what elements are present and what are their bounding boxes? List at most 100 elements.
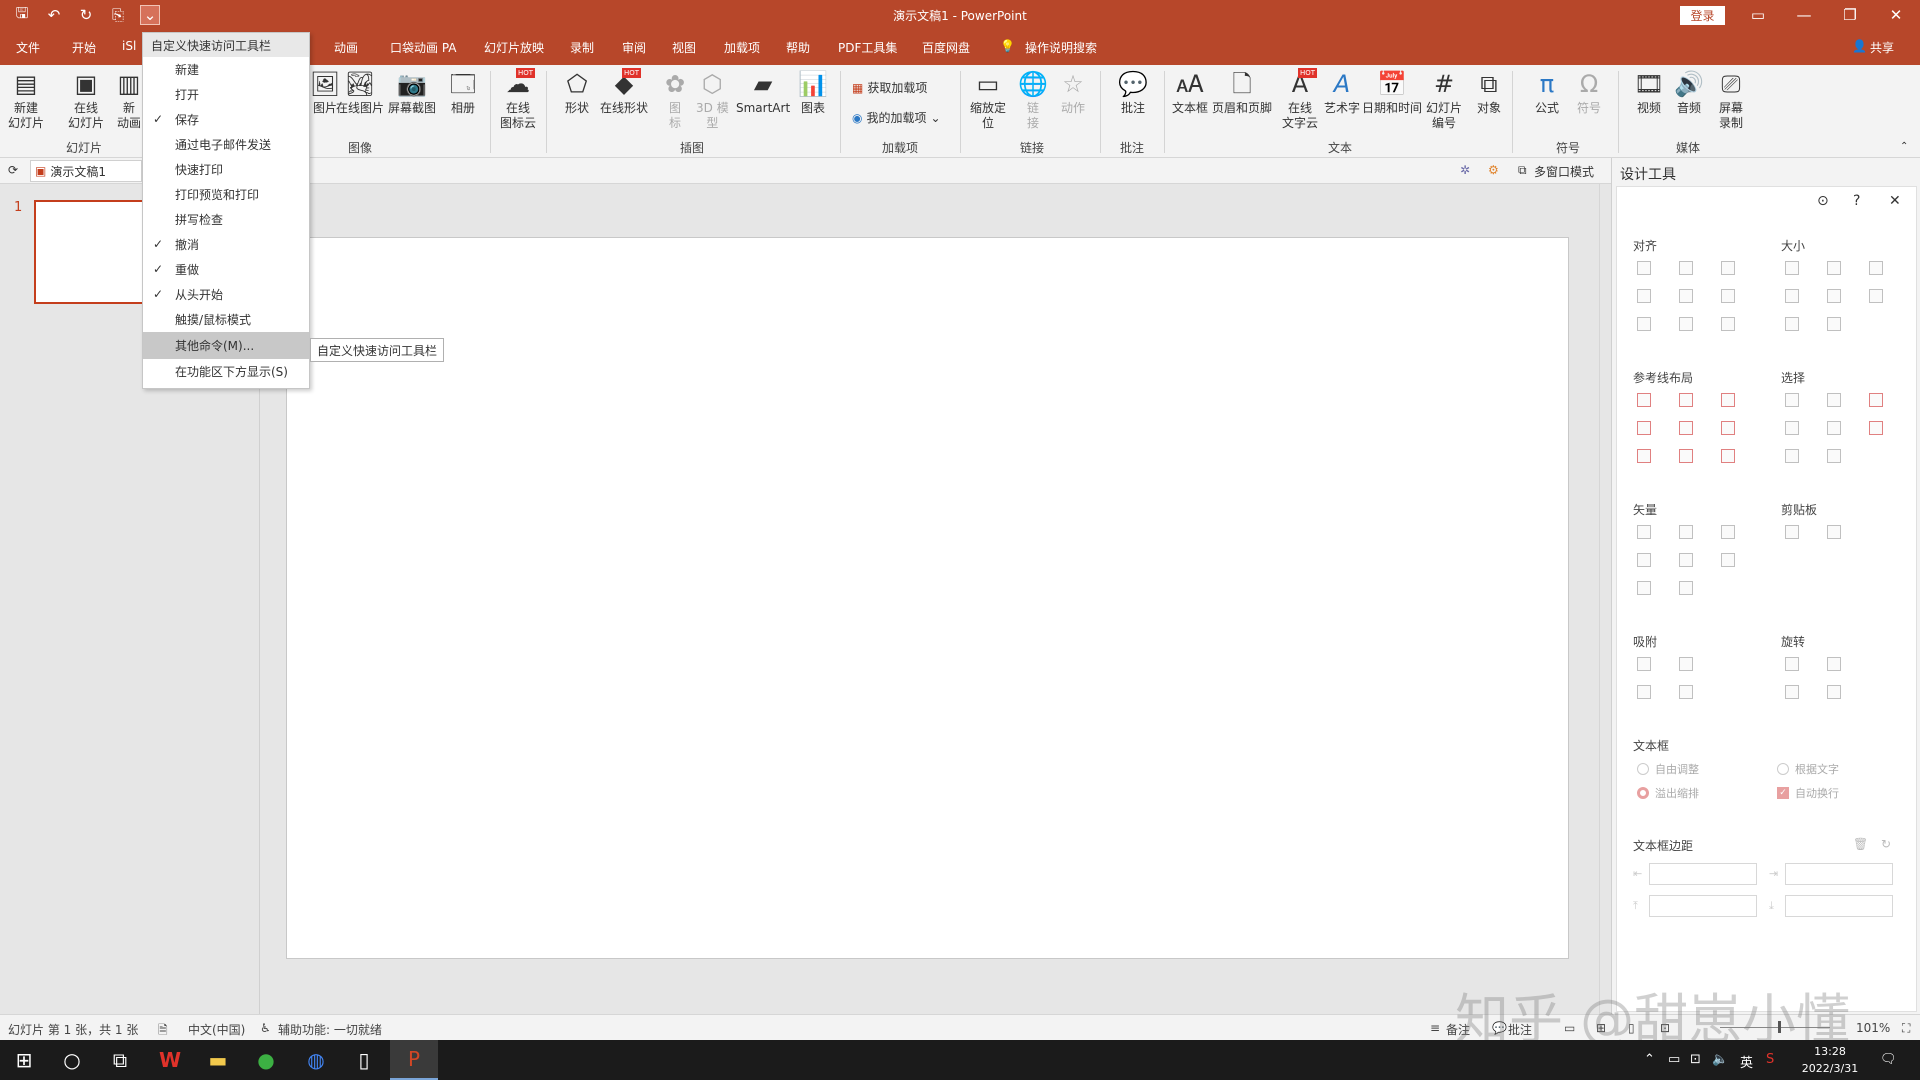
snap-bottom-icon[interactable] (1679, 685, 1693, 699)
object-button[interactable]: ⧉ 对象 (1474, 69, 1504, 116)
subtract-icon[interactable] (1679, 553, 1693, 567)
tab-baidu-netdisk[interactable]: 百度网盘 (922, 39, 970, 56)
copy-icon[interactable] (1785, 525, 1799, 539)
align-bottom-icon[interactable] (1721, 289, 1735, 303)
app-icon[interactable]: ▯ (340, 1040, 388, 1080)
equation-button[interactable]: π 公式 (1532, 69, 1562, 116)
menu-item-save[interactable]: ✓ 保存 (143, 107, 309, 132)
settings-gear-icon[interactable]: ⚙ (1488, 163, 1499, 177)
language-status[interactable]: 中文(中国) (188, 1021, 245, 1038)
audio-button[interactable]: 🔊 音频 (1674, 69, 1704, 116)
menu-item-quick-print[interactable]: 快速打印 (143, 157, 309, 182)
align-left-icon[interactable] (1637, 261, 1651, 275)
security-icon[interactable]: ⊡ (1690, 1052, 1701, 1067)
wordart-button[interactable]: A 艺术字 (1324, 69, 1360, 116)
select-pointer-icon[interactable] (1869, 421, 1883, 435)
icons-button[interactable]: ✿ 图 标 (660, 69, 690, 131)
guide-height-icon[interactable] (1679, 449, 1693, 463)
tab-view[interactable]: 视图 (672, 39, 696, 56)
tell-me-search[interactable]: 操作说明搜索 (1025, 39, 1097, 56)
guide-fill-icon[interactable] (1721, 449, 1735, 463)
slide-thumbnail[interactable] (34, 200, 144, 304)
screen-record-button[interactable]: ⎚ 屏幕 录制 (1716, 69, 1746, 131)
textbox-button[interactable]: 🗚 文本框 (1172, 69, 1208, 116)
refresh-icon[interactable]: ↻ (1881, 837, 1891, 851)
share-button[interactable]: 共享 (1870, 39, 1894, 56)
ribbon-display-icon[interactable]: ▭ (1735, 0, 1781, 30)
powerpoint-taskbar-icon[interactable]: P (390, 1040, 438, 1080)
comment-button[interactable]: 💬 批注 (1118, 69, 1148, 116)
spell-check-icon[interactable]: 🗎 (158, 1021, 168, 1042)
select-bottom-icon[interactable] (1785, 449, 1799, 463)
margin-left-input[interactable] (1649, 863, 1757, 885)
action-button[interactable]: ☆ 动作 (1058, 69, 1088, 116)
tab-file[interactable]: 文件 (16, 39, 40, 56)
flip-horizontal-icon[interactable] (1827, 685, 1841, 699)
system-clock[interactable]: 13:28 2022/3/31 (1795, 1043, 1865, 1077)
select-same-icon[interactable] (1785, 393, 1799, 407)
select-all-icon[interactable] (1869, 393, 1883, 407)
combine-icon[interactable] (1679, 525, 1693, 539)
stretch-bottom-icon[interactable] (1827, 317, 1841, 331)
menu-item-print-preview[interactable]: 打印预览和打印 (143, 182, 309, 207)
menu-item-spell-check[interactable]: 拼写检查 (143, 207, 309, 232)
guide-left-icon[interactable] (1637, 393, 1651, 407)
tab-slideshow[interactable]: 幻灯片放映 (484, 39, 544, 56)
vertical-scrollbar[interactable] (1599, 184, 1611, 1014)
align-right-icon[interactable] (1721, 261, 1735, 275)
windows-start-icon[interactable]: ⊞ (0, 1040, 48, 1080)
text-to-shape-icon[interactable] (1637, 581, 1651, 595)
layout-icon[interactable]: ⟳ (8, 163, 18, 177)
chart-button[interactable]: 📊 图表 (798, 69, 828, 116)
menu-item-open[interactable]: 打开 (143, 82, 309, 107)
rotate-left-icon[interactable] (1785, 657, 1799, 671)
stretch-both-icon[interactable] (1869, 289, 1883, 303)
shape-convert-icon[interactable] (1679, 581, 1693, 595)
same-width-icon[interactable] (1785, 261, 1799, 275)
fit-text-radio[interactable]: 根据文字 (1777, 761, 1839, 777)
collapse-ribbon-icon[interactable]: ⌃ (1900, 141, 1908, 152)
network-icon[interactable]: ▭ (1668, 1052, 1680, 1067)
guide-right-icon[interactable] (1721, 393, 1735, 407)
menu-item-from-beginning[interactable]: ✓ 从头开始 (143, 282, 309, 307)
close-icon[interactable]: ✕ (1873, 0, 1919, 30)
guide-width-icon[interactable] (1637, 449, 1651, 463)
online-slide-button[interactable]: ▣ 在线 幻灯片 (68, 69, 104, 131)
same-height-icon[interactable] (1827, 261, 1841, 275)
search-icon[interactable]: ○ (48, 1040, 96, 1080)
tab-pdf-tools[interactable]: PDF工具集 (838, 39, 897, 56)
screenshot-button[interactable]: 📷 屏幕截图 (388, 69, 436, 116)
stretch-left-icon[interactable] (1785, 289, 1799, 303)
wechat-icon[interactable]: ● (242, 1040, 290, 1080)
fit-slide-icon[interactable]: ⛶ (1902, 1021, 1910, 1036)
chrome-icon[interactable]: ◍ (292, 1040, 340, 1080)
select-column-icon[interactable] (1827, 449, 1841, 463)
get-addins-button[interactable]: ▦ 获取加载项 (852, 79, 927, 96)
align-middle-icon[interactable] (1679, 289, 1693, 303)
distribute-horizontal-icon[interactable] (1637, 317, 1651, 331)
menu-item-more-commands[interactable]: 其他命令(M)... (143, 332, 309, 359)
shapes-button[interactable]: ⬠ 形状 (562, 69, 592, 116)
snap-left-icon[interactable] (1637, 657, 1651, 671)
guide-middle-icon[interactable] (1679, 421, 1693, 435)
new-slide-button[interactable]: ▤ 新建 幻灯片 (8, 69, 44, 131)
menu-item-show-below-ribbon[interactable]: 在功能区下方显示(S) (143, 359, 309, 384)
accessibility-status[interactable]: 辅助功能: 一切就绪 (278, 1021, 382, 1038)
restore-icon[interactable]: ❐ (1827, 0, 1873, 30)
align-slide-icon[interactable] (1721, 317, 1735, 331)
margin-bottom-input[interactable] (1785, 895, 1893, 917)
wps-icon[interactable]: W (146, 1040, 194, 1080)
menu-item-new[interactable]: 新建 (143, 57, 309, 82)
edit-points-icon[interactable] (1721, 553, 1735, 567)
union-icon[interactable] (1637, 525, 1651, 539)
select-similar-icon[interactable] (1827, 393, 1841, 407)
guide-top-icon[interactable] (1637, 421, 1651, 435)
task-view-icon[interactable]: ⧉ (96, 1040, 144, 1080)
file-explorer-icon[interactable]: ▬ (194, 1040, 242, 1080)
document-tab[interactable]: ▣ 演示文稿1 (30, 160, 142, 182)
3d-model-button[interactable]: ⬡ 3D 模 型 (696, 69, 729, 131)
paste-icon[interactable] (1827, 525, 1841, 539)
settings-icon[interactable]: ⊙ (1817, 193, 1829, 209)
free-adjust-radio[interactable]: 自由调整 (1637, 761, 1699, 777)
slide-number-button[interactable]: # 幻灯片 编号 (1426, 69, 1462, 131)
